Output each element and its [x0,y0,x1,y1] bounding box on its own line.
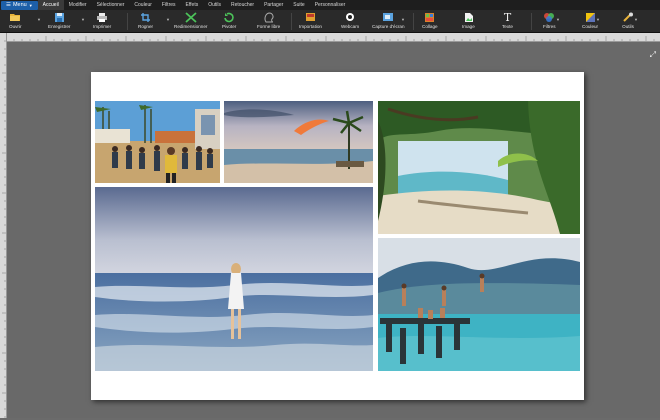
freeform-label: Forme libre [257,24,281,29]
save-button[interactable]: Enregistrer [48,11,70,32]
webcam-icon [345,11,355,23]
open-label: Ouvrir [9,24,22,29]
crop-icon [140,11,152,23]
chevron-down-icon: ▼ [28,2,33,8]
ribbon-toolbar: Ouvrir ▼ Enregistrer ▼ Imprimer Rogner ▼… [0,10,660,33]
tab-modifier[interactable]: Modifier [64,0,92,10]
collage-icon [424,11,435,23]
save-dropdown-icon[interactable]: ▼ [81,17,85,22]
filters-label: Filtres [543,24,556,29]
toolbar-separator [291,13,292,30]
tools-button[interactable]: Outils [622,11,634,32]
crop-label: Rogner [138,24,154,29]
capture-dropdown-icon[interactable]: ▼ [401,17,405,22]
print-label: Imprimer [93,24,112,29]
folder-icon [9,11,21,23]
webcam-label: Webcam [341,24,360,29]
rotate-label: Pivoter [222,24,237,29]
image-button[interactable]: Image [462,11,475,32]
import-icon [305,11,316,23]
rotate-icon [223,11,235,23]
photo-tropical-shore[interactable] [378,101,580,234]
tab-couleur[interactable]: Couleur [129,0,157,10]
resize-label: Redimensionner [174,24,208,29]
tab-personnaliser[interactable]: Personnaliser [310,0,351,10]
tab-retoucher[interactable]: Retoucher [226,0,259,10]
photo-cliff-jumpers[interactable] [378,238,580,371]
color-label: Couleur [582,24,599,29]
text-label: Texte [502,24,513,29]
photo-woman-sea[interactable] [95,187,373,371]
floppy-icon [54,11,65,23]
text-icon: T [503,10,512,24]
tab-suite[interactable]: Suite [288,0,309,10]
capture-icon [382,11,394,23]
rotate-button[interactable]: Pivoter [222,11,236,32]
main-menu-button[interactable]: ☰ Menu ▼ [1,0,38,10]
tab-selectionner[interactable]: Sélectionner [92,0,130,10]
freeform-button[interactable]: Forme libre [257,11,280,32]
resize-icon [185,11,197,23]
webcam-button[interactable]: Webcam [341,11,359,32]
photo-sunset-beach[interactable] [224,101,373,183]
horizontal-ruler[interactable] [5,33,660,42]
tab-filtres[interactable]: Filtres [157,0,181,10]
tools-icon [622,11,634,23]
color-dropdown-icon[interactable]: ▼ [596,17,600,22]
tab-partager[interactable]: Partager [259,0,288,10]
tab-effets[interactable]: Effets [181,0,204,10]
open-dropdown-icon[interactable]: ▼ [37,17,41,22]
hamburger-icon: ☰ [6,2,11,8]
tab-accueil[interactable]: Accueil [37,0,64,10]
save-label: Enregistrer [48,24,71,29]
fit-screen-icon[interactable]: ⤢ [650,50,656,60]
resize-button[interactable]: Redimensionner [174,11,207,32]
crop-dropdown-icon[interactable]: ▼ [166,17,170,22]
freeform-icon [263,11,275,23]
import-button[interactable]: Importation [299,11,322,32]
color-icon [585,11,596,23]
image-icon [463,11,474,23]
capture-label: Capture d'écran [372,24,405,29]
toolbar-separator [413,13,414,30]
filters-icon [543,11,555,23]
tools-label: Outils [622,24,634,29]
open-button[interactable]: Ouvrir [9,11,22,32]
text-button[interactable]: T Texte [502,11,513,32]
toolbar-separator [531,13,532,30]
tab-outils[interactable]: Outils [203,0,226,10]
tools-dropdown-icon[interactable]: ▼ [634,17,638,22]
crop-button[interactable]: Rogner [138,11,153,32]
import-label: Importation [299,24,322,29]
menu-bar: ☰ Menu ▼ Accueil Modifier Sélectionner C… [0,0,660,10]
printer-icon [96,11,108,23]
print-button[interactable]: Imprimer [93,11,111,32]
main-menu-label: Menu [12,2,27,8]
collage-button[interactable]: Collage [422,11,438,32]
filters-button[interactable]: Filtres [543,11,556,32]
filters-dropdown-icon[interactable]: ▼ [556,17,560,22]
collage-page[interactable] [91,72,584,400]
vertical-ruler[interactable] [0,33,7,418]
image-label: Image [462,24,475,29]
photo-street-market[interactable] [95,101,220,183]
capture-button[interactable]: Capture d'écran [372,11,405,32]
collage-label: Collage [422,24,438,29]
toolbar-separator [127,13,128,30]
